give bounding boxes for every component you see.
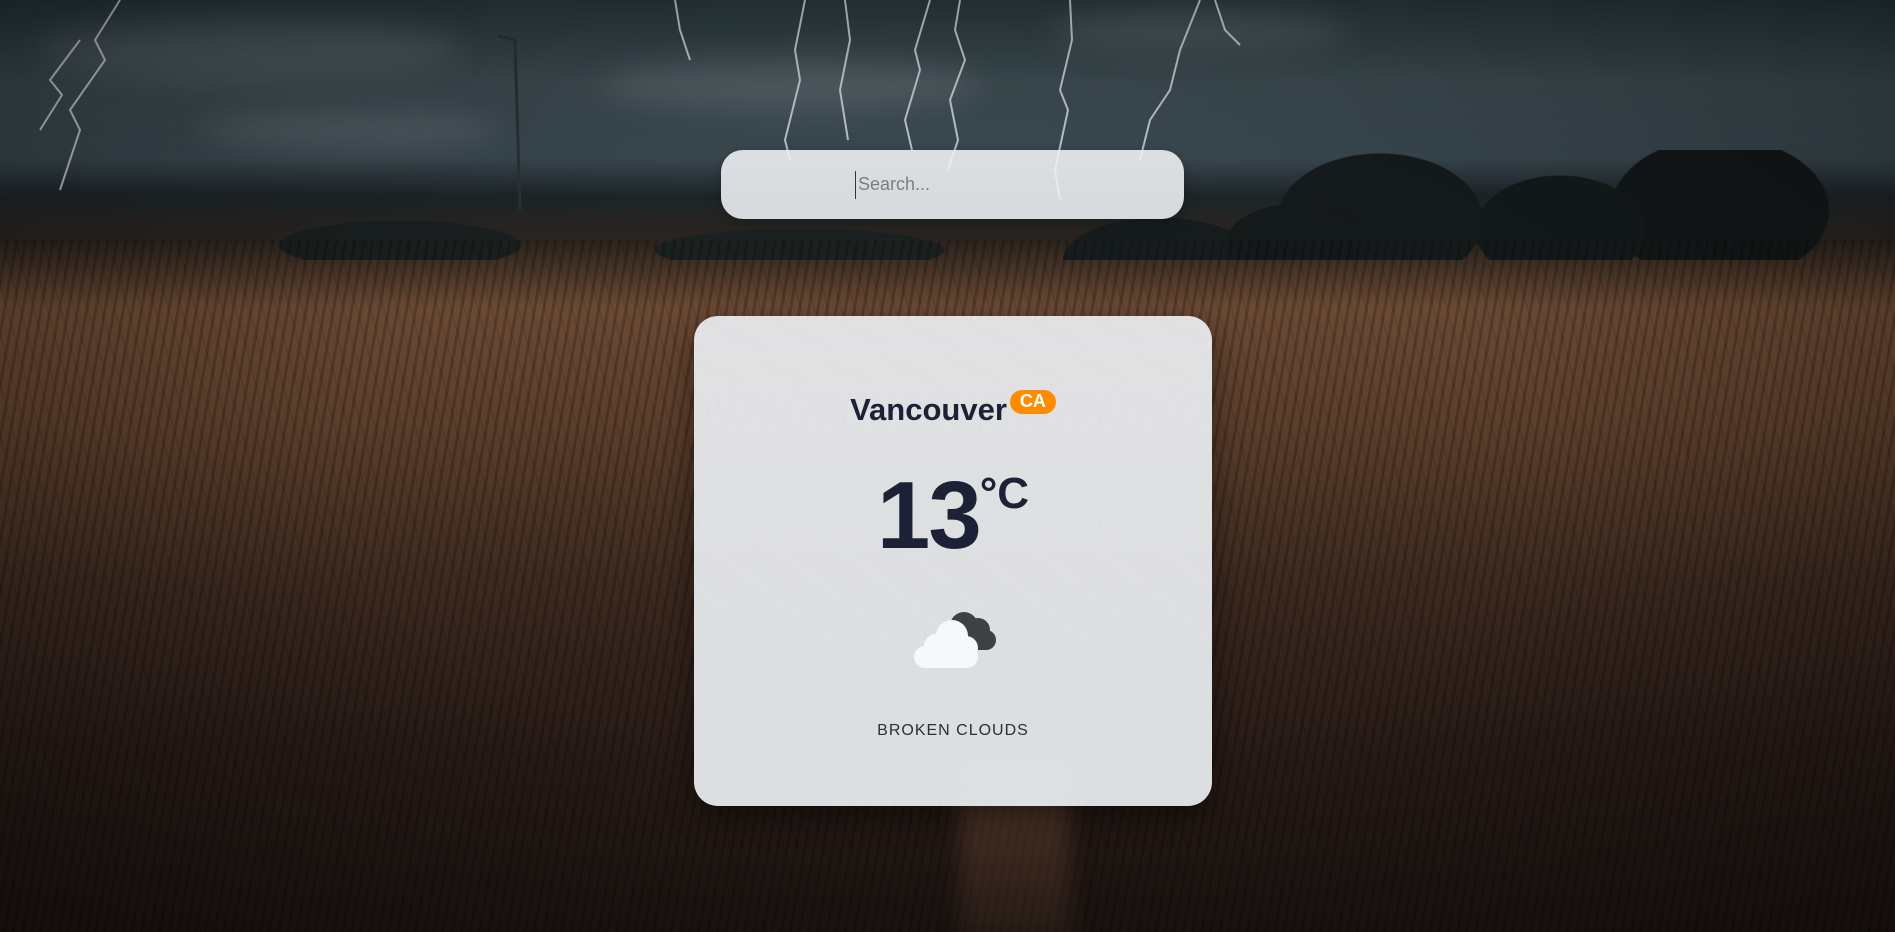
temperature-unit: °C xyxy=(979,469,1030,518)
location-row: Vancouver CA xyxy=(694,390,1212,428)
country-badge: CA xyxy=(1009,390,1056,414)
weather-description: BROKEN CLOUDS xyxy=(877,722,1029,739)
weather-card: Vancouver CA 13°C BROKEN CLOUDS xyxy=(694,316,1212,806)
temperature-row: 13°C xyxy=(694,468,1212,564)
broken-clouds-icon xyxy=(914,612,996,668)
temperature-value: 13 xyxy=(876,462,982,569)
search-bar xyxy=(721,150,1184,219)
city-name: Vancouver xyxy=(850,392,1007,427)
search-input[interactable] xyxy=(855,170,1160,199)
